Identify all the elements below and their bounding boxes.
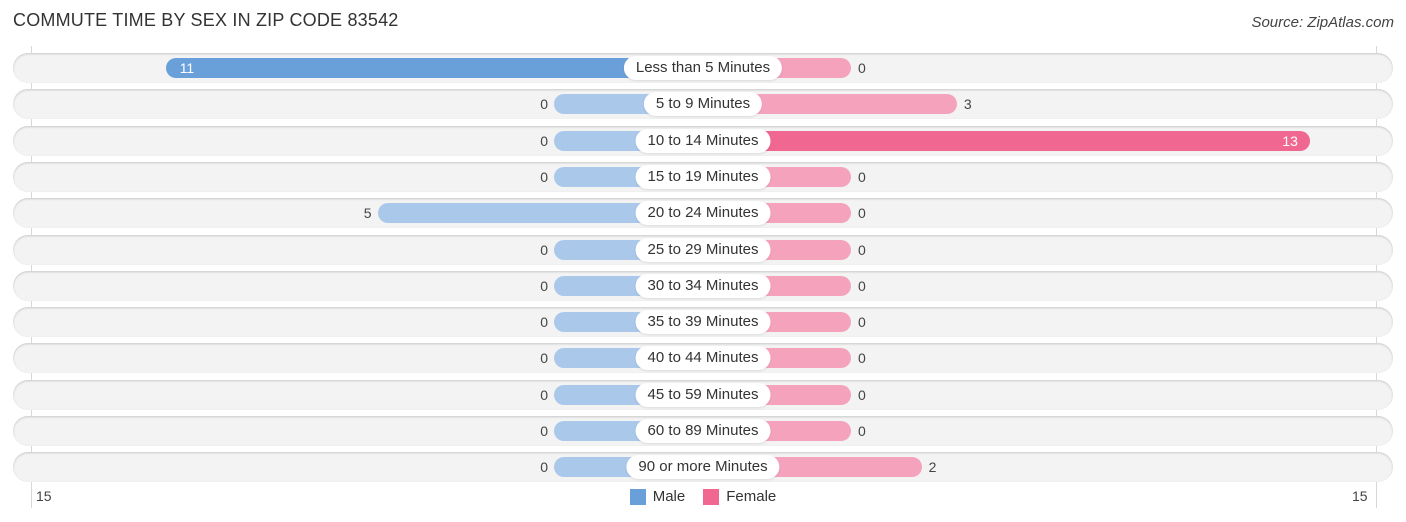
female-value-label: 0 [858,241,866,258]
male-value-label: 0 [540,423,548,439]
female-value-label: 0 [858,423,866,439]
category-label: 10 to 14 Minutes [635,128,771,153]
female-value-label: 0 [858,168,866,185]
female-swatch-icon [703,488,720,505]
female-bar[interactable] [703,130,1310,151]
male-bar[interactable] [165,58,703,78]
category-label: Less than 5 Minutes [623,56,783,80]
male-value-label: 0 [540,132,548,149]
female-value-label: 13 [1282,132,1298,149]
category-label: 30 to 34 Minutes [635,273,771,298]
male-value-label: 0 [540,96,548,113]
category-label: 20 to 24 Minutes [635,201,771,226]
category-label: 25 to 29 Minutes [635,237,771,262]
male-value-label: 11 [179,60,195,76]
category-label: 35 to 39 Minutes [635,310,771,335]
female-value-label: 0 [858,386,866,403]
category-label: 60 to 89 Minutes [635,419,771,443]
chart-title: COMMUTE TIME BY SEX IN ZIP CODE 83542 [13,10,399,30]
category-label: 90 or more Minutes [626,455,780,480]
legend-item-male[interactable]: Male [629,488,686,505]
category-label: 15 to 19 Minutes [635,164,771,189]
female-value-label: 3 [963,96,972,113]
male-value-label: 0 [540,350,548,367]
male-value-label: 0 [540,386,548,403]
category-label: 5 to 9 Minutes [643,92,763,117]
legend: Male Female [0,488,1406,505]
male-value-label: 0 [540,168,548,185]
legend-label-female: Female [726,488,777,505]
female-value-label: 0 [858,314,866,331]
female-value-label: 0 [858,277,866,294]
male-value-label: 0 [540,241,548,258]
female-value-label: 0 [858,60,866,76]
source-label: Source: ZipAtlas.com [1251,14,1394,31]
male-swatch-icon [629,488,646,505]
male-value-label: 0 [540,459,548,476]
male-value-label: 0 [540,277,548,294]
category-label: 40 to 44 Minutes [635,346,771,371]
male-value-label: 5 [363,205,372,222]
female-value-label: 0 [858,350,866,367]
legend-item-female[interactable]: Female [703,488,776,505]
female-value-label: 2 [928,459,937,476]
category-label: 45 to 59 Minutes [635,382,771,407]
female-value-label: 0 [858,205,866,222]
male-value-label: 0 [540,314,548,331]
legend-label-male: Male [652,488,686,505]
